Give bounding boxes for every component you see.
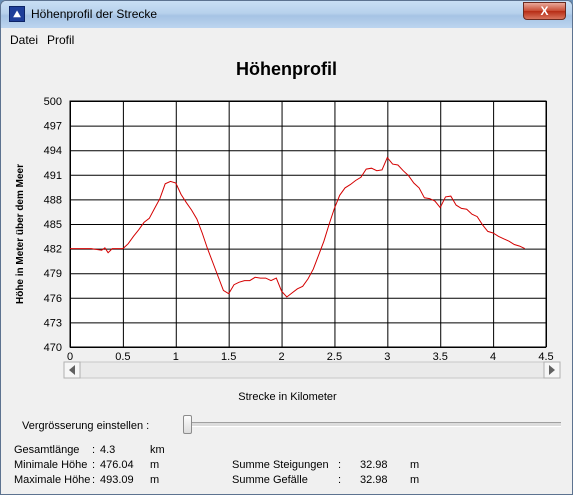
zoom-slider-thumb[interactable] <box>183 415 192 434</box>
ascent-value: 32.98 <box>360 459 388 471</box>
max-height-unit: m <box>150 474 160 486</box>
y-tick-label: 470 <box>44 342 62 354</box>
x-tick-label: 2.5 <box>327 351 342 363</box>
y-ticks: 470 473 476 479 482 485 488 491 494 497 500 <box>44 96 62 354</box>
zoom-slider-track[interactable] <box>189 422 561 427</box>
descent-value: 32.98 <box>360 474 388 486</box>
horizontal-scrollbar[interactable] <box>63 361 561 379</box>
length-label: Gesamtlänge <box>14 444 80 456</box>
x-tick-label: 0.5 <box>115 351 130 363</box>
ascent-unit: m <box>410 459 420 471</box>
max-height-value: 493.09 <box>100 474 134 486</box>
max-height-label: Maximale Höhe <box>14 474 91 486</box>
min-height-unit: m <box>150 459 160 471</box>
x-tick-label: 4.5 <box>538 351 553 363</box>
ascent-separator: : <box>338 459 342 471</box>
chart-grid <box>69 100 547 348</box>
min-height-value: 476.04 <box>100 459 134 471</box>
title-bar[interactable]: ⛰ Höhenprofil der Strecke X <box>1 1 572 28</box>
min-height-label: Minimale Höhe <box>14 459 88 471</box>
x-tick-label: 2 <box>278 351 284 363</box>
x-axis-label: Strecke in Kilometer <box>238 391 337 403</box>
descent-unit: m <box>410 474 420 486</box>
descent-label: Summe Gefälle <box>232 474 308 486</box>
x-tick-label: 4 <box>490 351 496 363</box>
length-unit: km <box>150 444 165 456</box>
app-icon: ⛰ <box>9 6 25 22</box>
x-tick-label: 1.5 <box>221 351 236 363</box>
y-axis-label: Höhe in Meter über dem Meer <box>15 164 26 304</box>
close-button[interactable]: X <box>523 2 566 20</box>
y-tick-label: 479 <box>44 268 62 280</box>
min-height-separator: : <box>92 459 96 471</box>
max-height-separator: : <box>92 474 96 486</box>
y-tick-label: 485 <box>44 219 62 231</box>
ascent-label: Summe Steigungen <box>232 459 329 471</box>
x-tick-label: 1 <box>173 351 179 363</box>
client-area: Datei Profil Höhenprofil 470 473 476 479 482… <box>8 29 565 487</box>
length-separator: : <box>92 444 96 456</box>
y-tick-label: 491 <box>44 170 62 182</box>
x-ticks: 0 0.5 1 1.5 2 2.5 3 3.5 4 4.5 <box>67 351 554 363</box>
y-tick-label: 482 <box>44 244 62 256</box>
y-tick-label: 488 <box>44 194 62 206</box>
y-tick-label: 500 <box>44 96 62 108</box>
zoom-label: Vergrösserung einstellen : <box>22 420 150 432</box>
y-tick-label: 476 <box>44 293 62 305</box>
window-title: Höhenprofil der Strecke <box>31 7 158 21</box>
y-tick-label: 494 <box>44 145 62 157</box>
descent-separator: : <box>338 474 342 486</box>
x-tick-label: 3.5 <box>433 351 448 363</box>
length-value: 4.3 <box>100 444 116 456</box>
profile-window: ⛰ Höhenprofil der Strecke X Datei Profil… <box>0 0 573 495</box>
x-tick-label: 0 <box>67 351 73 363</box>
x-tick-label: 3 <box>384 351 390 363</box>
y-tick-label: 497 <box>44 121 62 133</box>
y-tick-label: 473 <box>44 317 62 329</box>
